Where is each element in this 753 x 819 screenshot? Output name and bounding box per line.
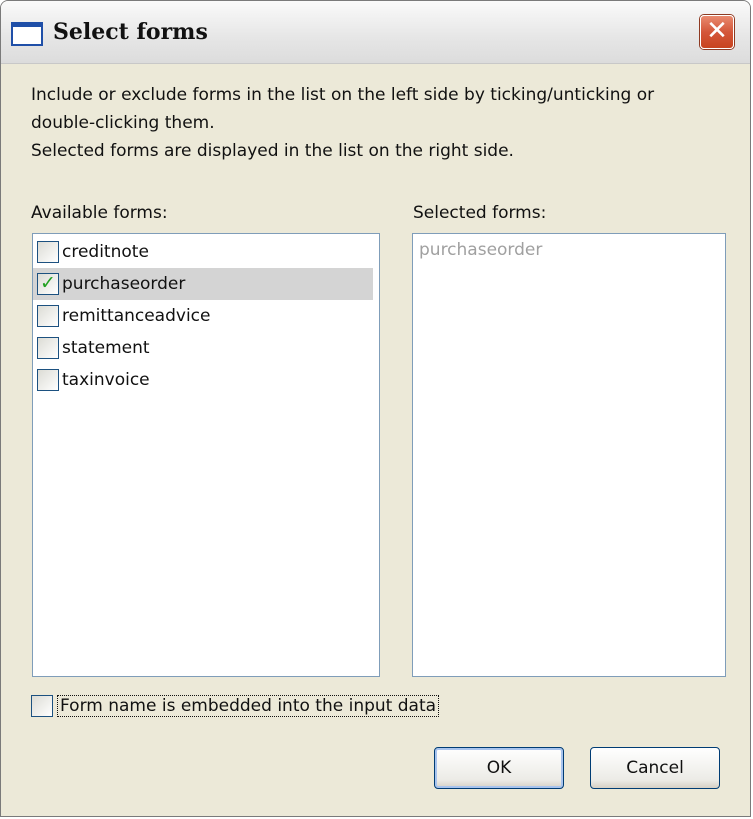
checkbox[interactable] <box>37 337 59 359</box>
available-form-item[interactable]: ✓ purchaseorder <box>33 268 373 300</box>
select-forms-dialog: Select forms ✕ Include or exclude forms … <box>0 0 751 817</box>
form-item-label: purchaseorder <box>62 274 186 294</box>
available-form-item[interactable]: statement <box>33 332 379 364</box>
available-form-item[interactable]: creditnote <box>33 236 379 268</box>
cancel-button[interactable]: Cancel <box>590 747 720 789</box>
instructions: Include or exclude forms in the list on … <box>31 81 731 165</box>
dialog-title: Select forms <box>53 19 208 45</box>
close-button[interactable]: ✕ <box>700 15 734 49</box>
embed-option[interactable]: Form name is embedded into the input dat… <box>31 695 440 717</box>
checkbox[interactable] <box>37 241 59 263</box>
form-item-label: remittanceadvice <box>62 306 211 326</box>
title-bar[interactable]: Select forms ✕ <box>1 1 750 64</box>
checkmark-icon: ✓ <box>40 272 56 294</box>
checkbox[interactable] <box>37 369 59 391</box>
checkbox-checked[interactable]: ✓ <box>37 272 59 295</box>
instructions-line-2: double-clicking them. <box>31 113 215 133</box>
instructions-line-3: Selected forms are displayed in the list… <box>31 141 514 161</box>
available-form-item[interactable]: taxinvoice <box>33 364 379 396</box>
selected-forms-list[interactable]: purchaseorder <box>412 233 726 677</box>
selected-form-item[interactable]: purchaseorder <box>419 240 542 260</box>
available-forms-list[interactable]: creditnote ✓ purchaseorder remittanceadv… <box>32 233 380 677</box>
form-item-label: statement <box>62 338 150 358</box>
checkbox[interactable] <box>37 305 59 327</box>
selected-forms-label: Selected forms: <box>413 203 547 223</box>
ok-button[interactable]: OK <box>434 747 564 789</box>
available-forms-label: Available forms: <box>31 203 168 223</box>
form-item-label: creditnote <box>62 242 149 262</box>
instructions-line-1: Include or exclude forms in the list on … <box>31 85 655 105</box>
form-item-label: taxinvoice <box>62 370 150 390</box>
embed-checkbox[interactable] <box>31 695 53 717</box>
embed-option-label[interactable]: Form name is embedded into the input dat… <box>57 695 440 717</box>
available-form-item[interactable]: remittanceadvice <box>33 300 379 332</box>
window-icon <box>11 22 43 46</box>
